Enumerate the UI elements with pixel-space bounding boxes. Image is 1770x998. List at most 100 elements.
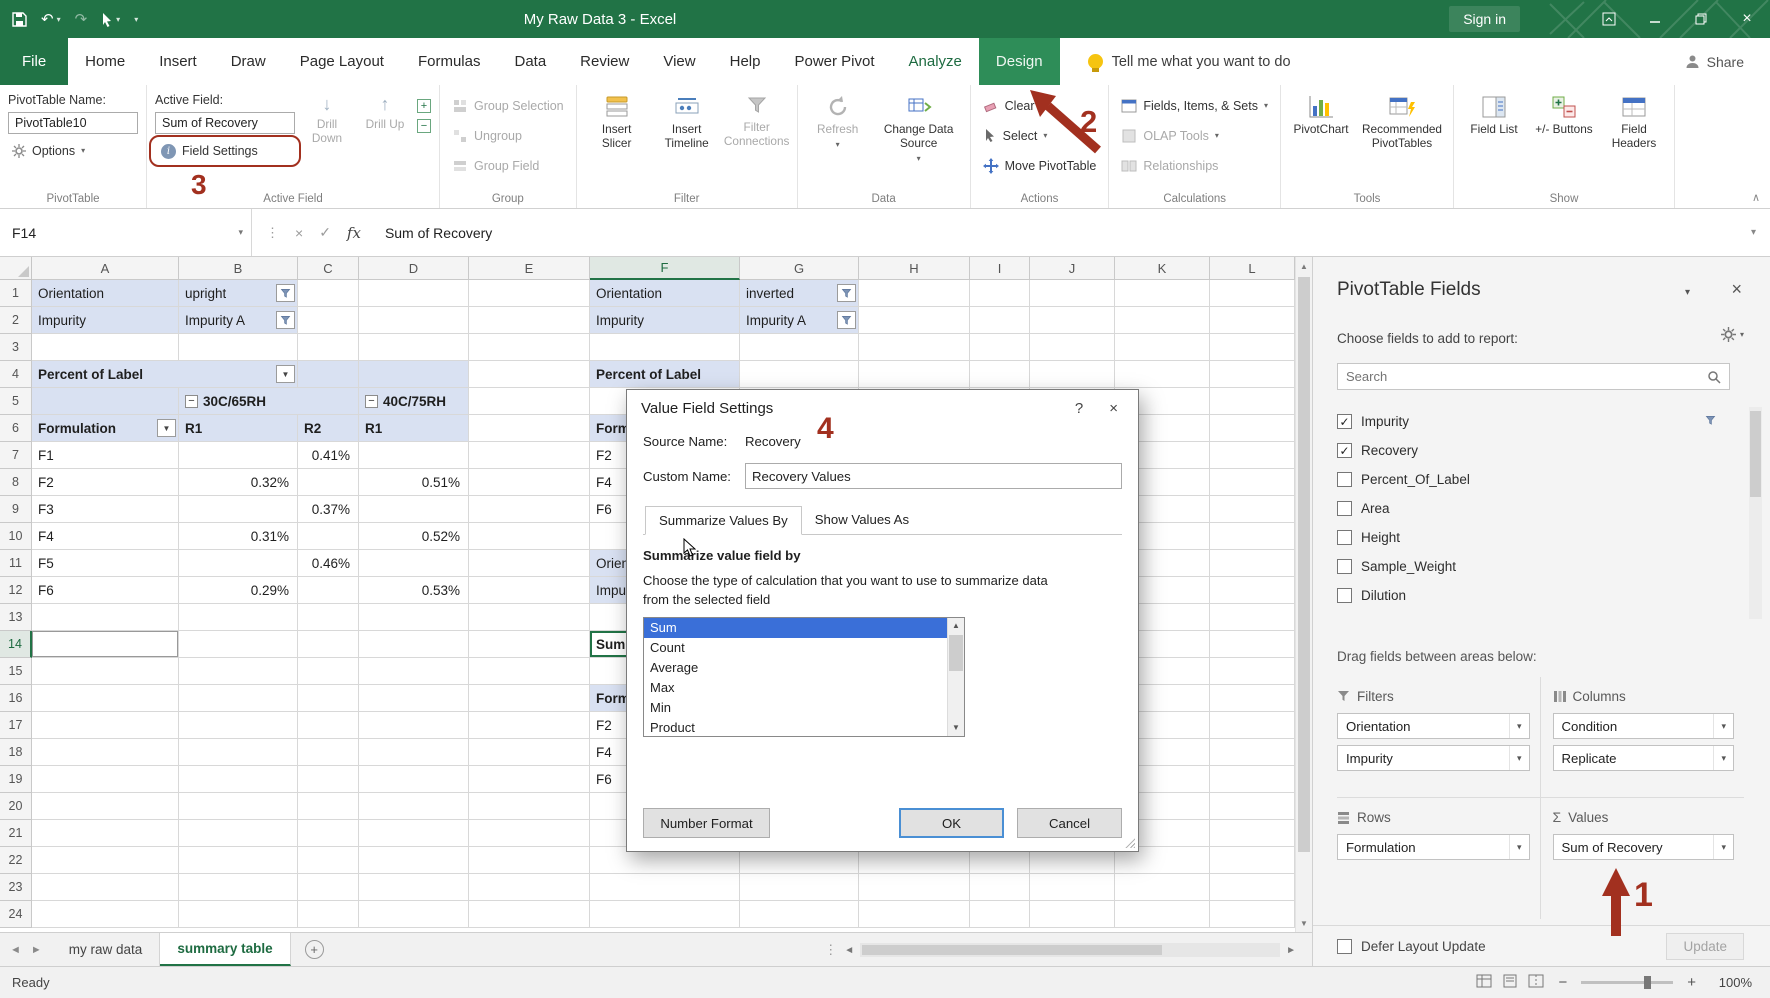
field-checkbox[interactable] [1337,472,1352,487]
name-box[interactable]: F14 ▾ [0,209,252,256]
sheet-nav-left-icon[interactable]: ◄ [10,944,21,956]
cell-C20[interactable] [298,793,359,820]
save-icon[interactable] [12,11,27,27]
cell-D15[interactable] [359,658,469,685]
area-pill-formulation[interactable]: Formulation ▾ [1337,834,1530,860]
cell-C13[interactable] [298,604,359,631]
cell-D4[interactable] [359,361,469,388]
cell-L8[interactable] [1210,469,1295,496]
cell-J4[interactable] [1030,361,1115,388]
cell-E13[interactable] [469,604,590,631]
column-header-J[interactable]: J [1030,257,1115,280]
row-header-23[interactable]: 23 [0,874,32,901]
filter-icon[interactable] [276,284,295,302]
cell-B14[interactable] [179,631,298,658]
cell-B6[interactable]: R1 [179,415,298,442]
cell-A22[interactable] [32,847,179,874]
column-header-D[interactable]: D [359,257,469,280]
cell-B22[interactable] [179,847,298,874]
cell-E24[interactable] [469,901,590,928]
chevron-down-icon[interactable]: ▾ [1508,835,1529,859]
column-header-H[interactable]: H [859,257,970,280]
cancel-button[interactable]: Cancel [1017,808,1122,838]
dialog-help-button[interactable]: ? [1075,400,1083,417]
cell-C10[interactable] [298,523,359,550]
cell-L1[interactable] [1210,280,1295,307]
cell-A7[interactable]: F1 [32,442,179,469]
cell-L15[interactable] [1210,658,1295,685]
cell-B19[interactable] [179,766,298,793]
ribbon-tab-data[interactable]: Data [497,38,563,85]
cell-L10[interactable] [1210,523,1295,550]
cell-B16[interactable] [179,685,298,712]
cell-C24[interactable] [298,901,359,928]
field-item-height[interactable]: Height [1337,523,1716,552]
area-pill-impurity[interactable]: Impurity ▾ [1337,745,1530,771]
insert-function-icon[interactable]: fx [347,224,361,242]
calc-option-min[interactable]: Min [644,698,947,718]
touch-mode-button[interactable]: ▾ [101,12,120,27]
undo-button[interactable]: ↶ ▾ [41,10,61,28]
cell-B5[interactable]: −30C/65RH [179,388,359,415]
row-header-10[interactable]: 10 [0,523,32,550]
column-header-C[interactable]: C [298,257,359,280]
cell-C23[interactable] [298,874,359,901]
minimize-button[interactable] [1632,0,1678,38]
cell-D16[interactable] [359,685,469,712]
ok-button[interactable]: OK [899,808,1004,838]
row-header-1[interactable]: 1 [0,280,32,307]
sheet-tab-summary-table[interactable]: summary table [160,933,291,966]
scroll-up-icon[interactable]: ▲ [1296,257,1312,275]
cell-D20[interactable] [359,793,469,820]
cell-C12[interactable] [298,577,359,604]
ribbon-tab-review[interactable]: Review [563,38,646,85]
cell-F2[interactable]: Impurity [590,307,740,334]
cell-J24[interactable] [1030,901,1115,928]
ribbon-tab-formulas[interactable]: Formulas [401,38,498,85]
cell-A6[interactable]: Formulation ▼ [32,415,179,442]
cell-E22[interactable] [469,847,590,874]
ribbon-tab-page-layout[interactable]: Page Layout [283,38,401,85]
tools-gear-button[interactable]: ▾ [1720,327,1744,342]
cell-B1[interactable]: upright [179,280,298,307]
cell-D9[interactable] [359,496,469,523]
field-list-scrollbar[interactable] [1749,407,1762,619]
row-header-19[interactable]: 19 [0,766,32,793]
row-header-18[interactable]: 18 [0,739,32,766]
cell-A24[interactable] [32,901,179,928]
cell-E4[interactable] [469,361,590,388]
cell-B23[interactable] [179,874,298,901]
cell-C14[interactable] [298,631,359,658]
horizontal-scrollbar-track[interactable] [860,943,1281,957]
cell-H1[interactable] [859,280,970,307]
cell-B20[interactable] [179,793,298,820]
field-checkbox[interactable] [1337,501,1352,516]
pivotchart-button[interactable]: PivotChart [1289,91,1353,140]
defer-checkbox[interactable] [1337,938,1352,954]
cell-E14[interactable] [469,631,590,658]
cell-L19[interactable] [1210,766,1295,793]
row-header-11[interactable]: 11 [0,550,32,577]
field-item-impurity[interactable]: ✓ Impurity [1337,407,1716,436]
cell-D13[interactable] [359,604,469,631]
collapse-ribbon-icon[interactable]: ∧ [1752,191,1760,204]
defer-layout-update[interactable]: Defer Layout Update [1337,938,1486,954]
chevron-down-icon[interactable]: ▾ [1508,746,1529,770]
dropdown-icon[interactable]: ▼ [276,365,295,383]
cell-B10[interactable]: 0.31% [179,523,298,550]
cell-D2[interactable] [359,307,469,334]
insert-timeline-button[interactable]: Insert Timeline [655,91,719,154]
field-checkbox[interactable] [1337,588,1352,603]
cell-E11[interactable] [469,550,590,577]
row-header-3[interactable]: 3 [0,334,32,361]
refresh-button[interactable]: Refresh ▾ [806,91,870,152]
row-header-7[interactable]: 7 [0,442,32,469]
chevron-down-icon[interactable]: ▾ [1713,746,1733,770]
cell-D22[interactable] [359,847,469,874]
cell-L9[interactable] [1210,496,1295,523]
scroll-up-icon[interactable]: ▲ [948,618,964,634]
scroll-down-icon[interactable]: ▼ [1296,914,1312,932]
scroll-right-icon[interactable]: ► [1286,945,1296,956]
scroll-left-icon[interactable]: ◄ [844,945,854,956]
column-header-E[interactable]: E [469,257,590,280]
